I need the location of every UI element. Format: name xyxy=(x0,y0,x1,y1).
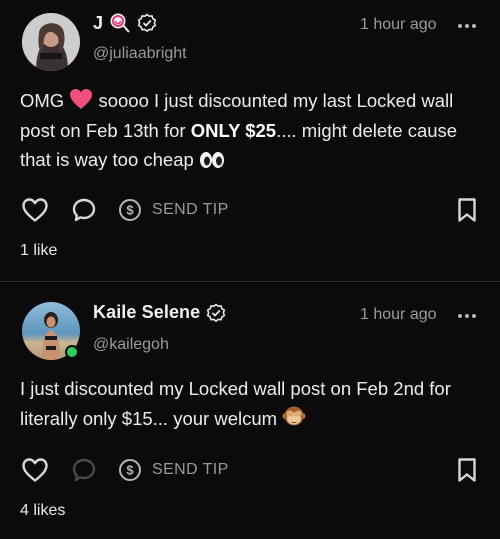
lollipop-emoji xyxy=(110,13,130,33)
author-handle[interactable]: @kailegoh xyxy=(93,336,169,354)
dollar-circle-icon: $ xyxy=(119,459,141,481)
post-text-segment: OMG xyxy=(20,90,70,111)
comment-bubble-icon xyxy=(72,458,96,482)
see-no-evil-monkey-emoji xyxy=(282,406,306,425)
comment-button[interactable] xyxy=(69,455,99,485)
bookmark-icon xyxy=(458,458,476,482)
eyes-emoji xyxy=(199,152,224,168)
avatar-photo xyxy=(22,13,80,71)
post-text: OMG soooo I just discounted my last Lock… xyxy=(20,86,488,175)
comment-bubble-icon xyxy=(72,198,96,222)
post-text-bold: ONLY $25 xyxy=(190,119,277,141)
bookmark-button[interactable] xyxy=(452,455,482,485)
send-tip-label: SEND TIP xyxy=(152,201,229,218)
dollar-circle-icon: $ xyxy=(119,199,141,221)
post-card: J @juliaabright 1 hour ago OMG soooo I j… xyxy=(0,0,500,281)
like-button[interactable] xyxy=(20,195,50,225)
online-status-indicator xyxy=(65,345,79,359)
send-tip-button[interactable]: $ SEND TIP xyxy=(118,196,229,224)
send-tip-label: SEND TIP xyxy=(152,461,229,478)
post-timestamp: 1 hour ago xyxy=(360,16,437,33)
post-timestamp: 1 hour ago xyxy=(360,306,437,323)
post-actions: $ SEND TIP xyxy=(20,455,482,485)
likes-count[interactable]: 4 likes xyxy=(20,502,65,520)
svg-text:$: $ xyxy=(126,463,134,478)
post-text: I just discounted my Locked wall post on… xyxy=(20,374,488,433)
like-button[interactable] xyxy=(20,455,50,485)
author-row: J xyxy=(93,12,157,34)
avatar[interactable] xyxy=(22,13,80,71)
send-tip-button[interactable]: $ SEND TIP xyxy=(118,456,229,484)
comment-button[interactable] xyxy=(69,195,99,225)
verified-badge-icon xyxy=(207,302,226,322)
verified-badge-icon xyxy=(137,13,157,33)
bookmark-button[interactable] xyxy=(452,195,482,225)
more-options-icon[interactable] xyxy=(458,314,476,318)
bookmark-icon xyxy=(458,198,476,222)
post-text-segment: I just discounted my Locked wall post on… xyxy=(20,378,451,429)
post-actions: $ SEND TIP xyxy=(20,195,482,225)
heart-emoji xyxy=(70,89,93,109)
heart-outline-icon xyxy=(22,458,48,482)
author-name[interactable]: Kaile Selene xyxy=(93,302,200,323)
more-options-icon[interactable] xyxy=(458,24,476,28)
likes-count[interactable]: 1 like xyxy=(20,242,57,260)
heart-outline-icon xyxy=(22,198,48,222)
author-handle[interactable]: @juliaabright xyxy=(93,45,187,63)
svg-text:$: $ xyxy=(126,203,134,218)
author-row: Kaile Selene xyxy=(93,302,226,323)
author-name[interactable]: J xyxy=(93,13,103,34)
